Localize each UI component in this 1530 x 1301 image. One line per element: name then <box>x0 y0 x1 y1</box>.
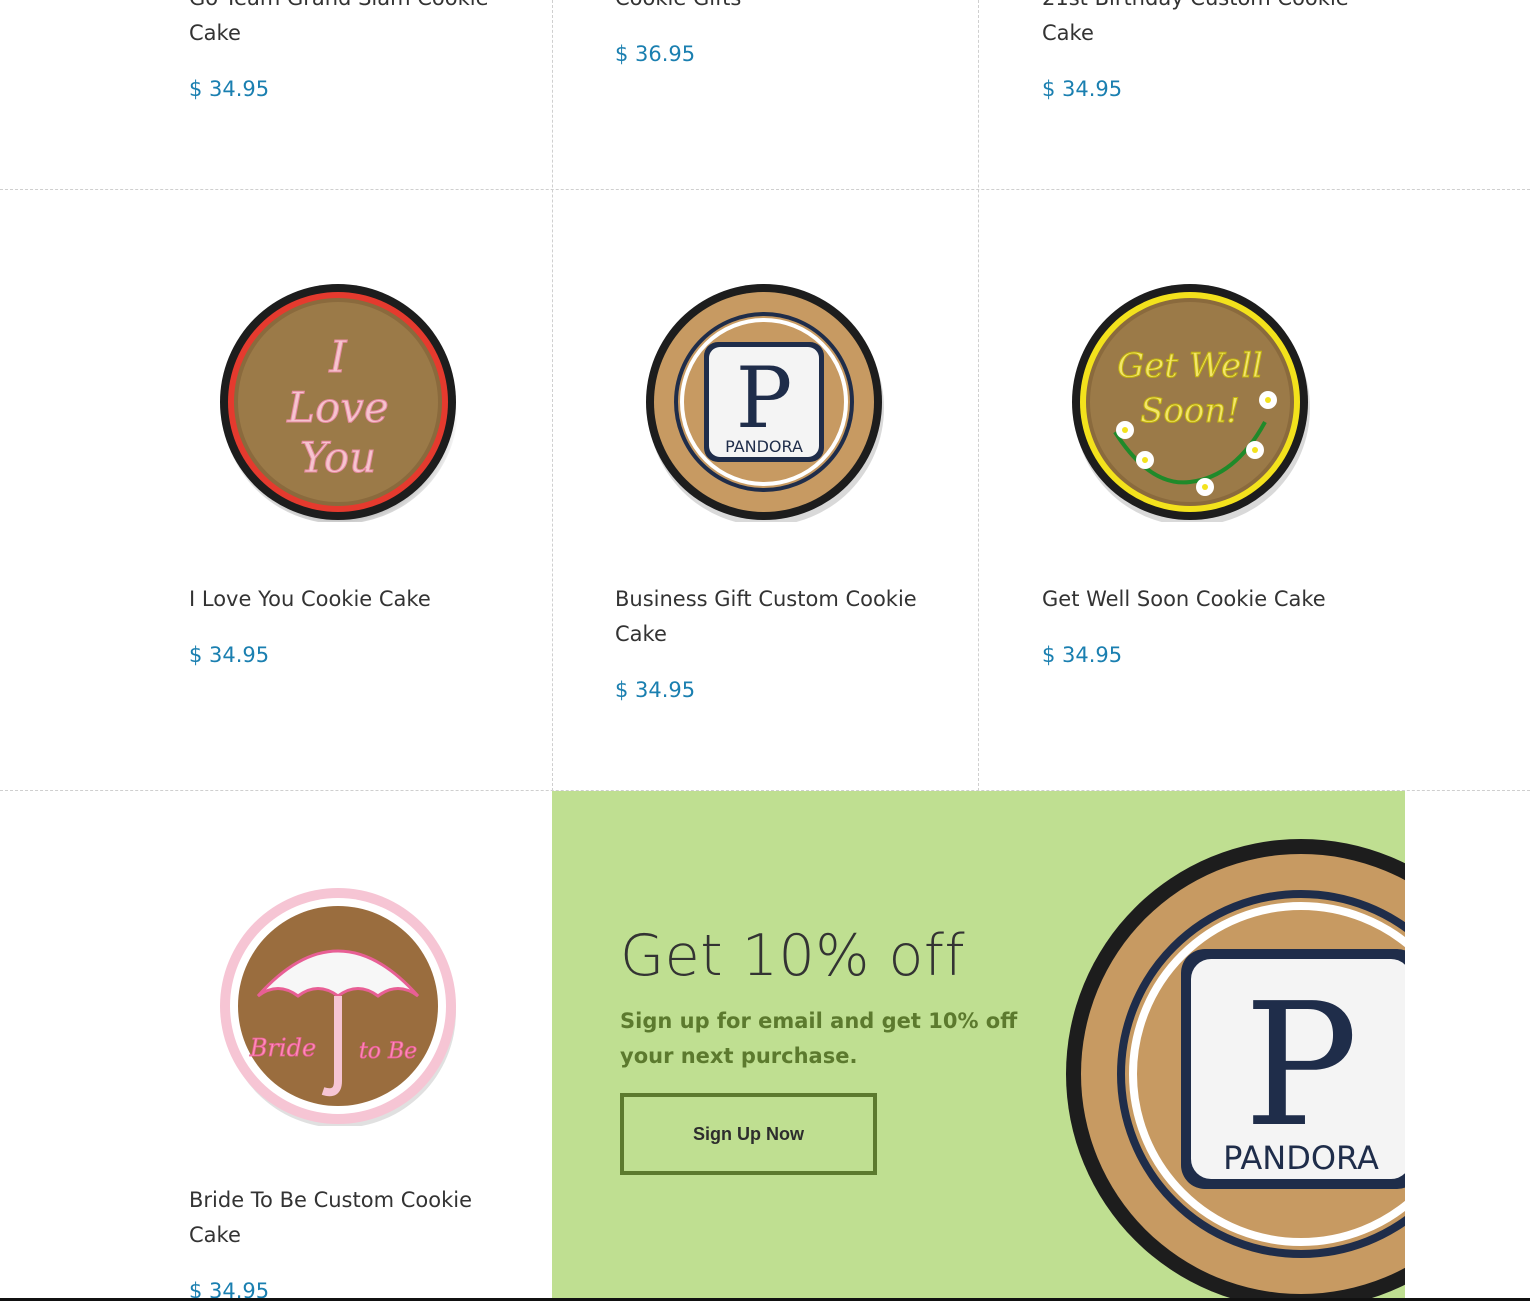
svg-text:PANDORA: PANDORA <box>725 437 803 456</box>
pandora-cookie-image: P PANDORA <box>1066 839 1405 1301</box>
product-price: $ 34.95 <box>615 678 696 702</box>
product-price: $ 34.95 <box>189 77 270 101</box>
product-title[interactable]: Get Well Soon Cookie Cake <box>1042 582 1372 617</box>
product-title[interactable]: 21st Birthday Custom Cookie Cake <box>1042 0 1372 51</box>
sign-up-button[interactable]: Sign Up Now <box>620 1093 877 1175</box>
svg-text:Love: Love <box>286 383 389 432</box>
product-card[interactable]: Bride to Be Bride To Be Custom Cookie Ca… <box>0 791 552 1301</box>
product-card[interactable]: Get Well Soon! Get Well Soon Cookie Cake… <box>978 190 1530 790</box>
product-card[interactable]: Go Team Grand Slam Cookie Cake $ 34.95 <box>0 0 552 189</box>
product-card[interactable]: Cookie Gifts $ 36.95 <box>552 0 978 189</box>
svg-text:P: P <box>1244 967 1358 1165</box>
promo-title: Get 10% off <box>620 923 966 989</box>
cookie-cake-image[interactable]: I Love You <box>218 282 458 522</box>
product-title[interactable]: Bride To Be Custom Cookie Cake <box>189 1183 519 1253</box>
product-title[interactable]: I Love You Cookie Cake <box>189 582 519 617</box>
product-title[interactable]: Cookie Gifts <box>615 0 945 16</box>
product-price: $ 34.95 <box>189 643 270 667</box>
svg-text:P: P <box>736 349 793 447</box>
cookie-cake-image[interactable]: Get Well Soon! <box>1070 282 1310 522</box>
svg-text:Get Well: Get Well <box>1117 346 1263 386</box>
cookie-cake-image[interactable]: P PANDORA <box>644 282 884 522</box>
svg-text:PANDORA: PANDORA <box>1223 1139 1379 1177</box>
product-card[interactable]: P PANDORA Business Gift Custom Cookie Ca… <box>552 190 978 790</box>
svg-text:Bride: Bride <box>249 1034 316 1062</box>
email-signup-promo: Get 10% off Sign up for email and get 10… <box>552 791 1405 1301</box>
product-price: $ 36.95 <box>615 42 696 66</box>
cookie-cake-image[interactable]: Bride to Be <box>218 886 458 1126</box>
svg-text:Soon!: Soon! <box>1140 391 1240 431</box>
svg-text:You: You <box>300 433 376 482</box>
svg-text:I: I <box>328 332 348 383</box>
product-title[interactable]: Business Gift Custom Cookie Cake <box>615 582 945 652</box>
product-price: $ 34.95 <box>1042 77 1123 101</box>
product-card[interactable]: I Love You I Love You Cookie Cake $ 34.9… <box>0 190 552 790</box>
svg-text:to Be: to Be <box>359 1039 417 1064</box>
product-title[interactable]: Go Team Grand Slam Cookie Cake <box>189 0 519 51</box>
product-card[interactable]: 21st Birthday Custom Cookie Cake $ 34.95 <box>978 0 1530 189</box>
product-price: $ 34.95 <box>1042 643 1123 667</box>
promo-description: Sign up for email and get 10% off your n… <box>620 1009 1018 1068</box>
